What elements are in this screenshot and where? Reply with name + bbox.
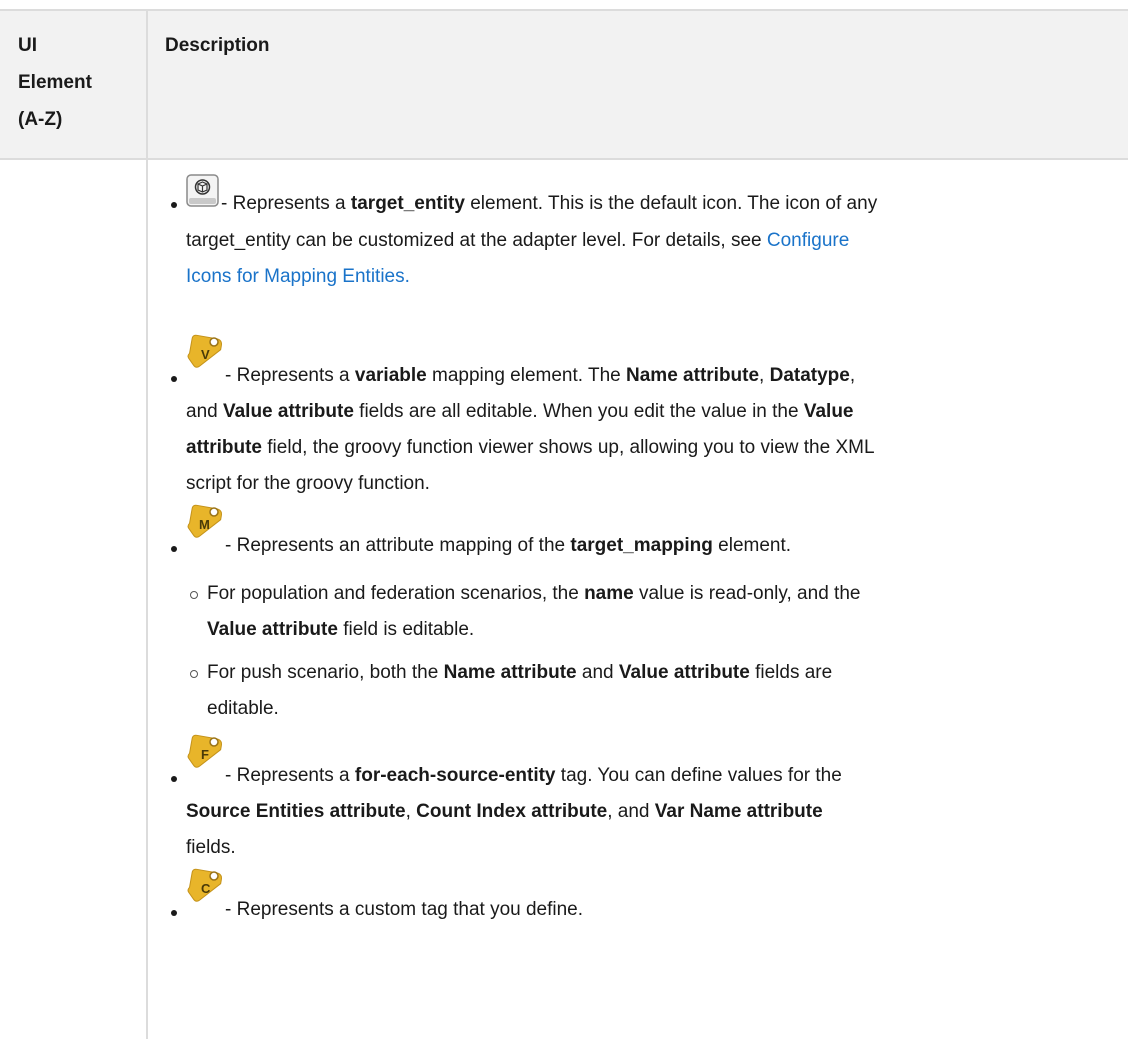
foreach-line1: - Represents a for-each-source-entity ta… (225, 765, 842, 786)
variable-line3: attribute field, the groovy function vie… (186, 437, 875, 458)
foreach-line2: Source Entities attribute, Count Index a… (186, 801, 823, 822)
mapping-line1: - Represents an attribute mapping of the… (225, 535, 792, 556)
variable-line4: script for the groovy function. (186, 473, 430, 494)
bullet (171, 546, 177, 552)
foreach-line3: fields. (186, 837, 236, 858)
tag-m-icon: M (186, 503, 224, 554)
sub-bullet (190, 670, 198, 678)
bullet (171, 776, 177, 782)
header-ui-line3: (A-Z) (18, 109, 63, 130)
target-entity-line2: target_entity can be customized at the a… (186, 230, 850, 251)
tag-f-icon: F (186, 733, 224, 784)
header-ui-line2: Element (18, 72, 92, 93)
column-divider (146, 11, 148, 1039)
svg-text:V: V (201, 347, 210, 362)
svg-text:C: C (201, 881, 211, 896)
cube-icon (186, 174, 219, 220)
mapping-sub2-line1: For push scenario, both the Name attribu… (207, 662, 833, 683)
bullet (171, 910, 177, 916)
tag-v-icon: V (186, 333, 224, 384)
variable-line1: - Represents a variable mapping element.… (225, 365, 856, 386)
variable-line2: and Value attribute fields are all edita… (186, 401, 854, 422)
mapping-sub1-line2: Value attribute field is editable. (207, 619, 475, 640)
configure-icons-link-cont[interactable]: Icons for Mapping Entities. (186, 266, 410, 287)
mapping-sub2-line2: editable. (207, 698, 279, 719)
table-header-row: UI Element (A-Z) Description (0, 11, 1128, 160)
svg-text:F: F (201, 747, 209, 762)
target-entity-line3: Icons for Mapping Entities. (186, 259, 1086, 295)
configure-icons-link[interactable]: Configure (767, 230, 849, 251)
bullet (171, 376, 177, 382)
sub-bullet (190, 591, 198, 599)
target-entity-line1: - Represents a target_entity element. Th… (221, 193, 878, 214)
header-ui-line1: UI (18, 35, 37, 56)
header-ui-element: UI Element (A-Z) (18, 27, 138, 138)
ui-elements-table: UI Element (A-Z) Description - Represent… (0, 9, 1128, 1039)
custom-line1: - Represents a custom tag that you defin… (225, 899, 584, 920)
tag-c-icon: C (186, 867, 224, 918)
bullet (171, 202, 177, 208)
svg-text:M: M (199, 517, 210, 532)
header-description: Description (165, 35, 270, 56)
mapping-sub1-line1: For population and federation scenarios,… (207, 583, 861, 604)
